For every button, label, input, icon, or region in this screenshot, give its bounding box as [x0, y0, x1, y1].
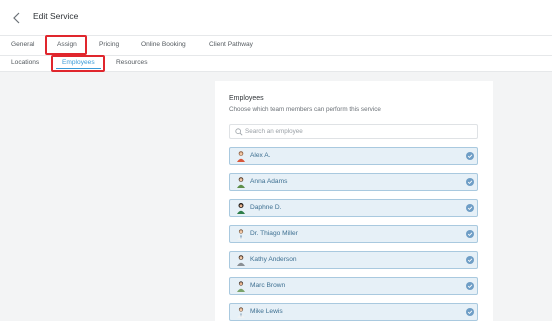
check-circle-icon — [466, 256, 474, 264]
avatar-icon — [237, 307, 245, 318]
employee-row[interactable]: Anna Adams — [229, 173, 478, 191]
check-circle-icon — [466, 152, 474, 160]
subtab-employees[interactable]: Employees — [56, 59, 101, 69]
employee-name: Marc Brown — [250, 282, 286, 289]
page-title: Edit Service — [33, 11, 79, 21]
employee-name: Daphne D. — [250, 204, 282, 211]
tab-online-booking[interactable]: Online Booking — [141, 41, 186, 48]
panel-title: Employees — [229, 95, 264, 102]
avatar-icon — [237, 281, 245, 292]
tab-pricing[interactable]: Pricing — [99, 41, 119, 48]
subtab-locations[interactable]: Locations — [11, 59, 39, 66]
back-arrow-icon[interactable] — [10, 10, 24, 26]
check-circle-icon — [466, 282, 474, 290]
top-bar: Edit Service — [0, 0, 552, 36]
avatar-icon — [237, 151, 245, 162]
employee-name: Mike Lewis — [250, 308, 283, 315]
check-circle-icon — [466, 204, 474, 212]
search-input[interactable] — [245, 126, 475, 137]
avatar-icon — [237, 229, 245, 240]
check-circle-icon — [466, 230, 474, 238]
employee-name: Alex A. — [250, 152, 271, 159]
tab-assign[interactable]: Assign — [57, 41, 77, 48]
tab-client-pathway[interactable]: Client Pathway — [209, 41, 253, 48]
tab-general[interactable]: General — [11, 41, 34, 48]
employee-row[interactable]: Daphne D. — [229, 199, 478, 217]
employee-row[interactable]: Dr. Thiago Miller — [229, 225, 478, 243]
sub-tabs: Locations Employees Resources — [0, 56, 552, 72]
employee-name: Dr. Thiago Miller — [250, 230, 298, 237]
employee-name: Kathy Anderson — [250, 256, 297, 263]
employees-panel: Employees Choose which team members can … — [215, 81, 493, 321]
check-circle-icon — [466, 178, 474, 186]
avatar-icon — [237, 203, 245, 214]
search-icon — [235, 128, 243, 136]
avatar-icon — [237, 177, 245, 188]
search-box — [229, 124, 478, 139]
employee-row[interactable]: Alex A. — [229, 147, 478, 165]
subtab-resources[interactable]: Resources — [116, 59, 148, 66]
panel-subtitle: Choose which team members can perform th… — [229, 106, 381, 113]
employee-row[interactable]: Mike Lewis — [229, 303, 478, 321]
employee-row[interactable]: Marc Brown — [229, 277, 478, 295]
employee-row[interactable]: Kathy Anderson — [229, 251, 478, 269]
avatar-icon — [237, 255, 245, 266]
main-tabs: General Assign Pricing Online Booking Cl… — [0, 36, 552, 56]
check-circle-icon — [466, 308, 474, 316]
employee-name: Anna Adams — [250, 178, 288, 185]
